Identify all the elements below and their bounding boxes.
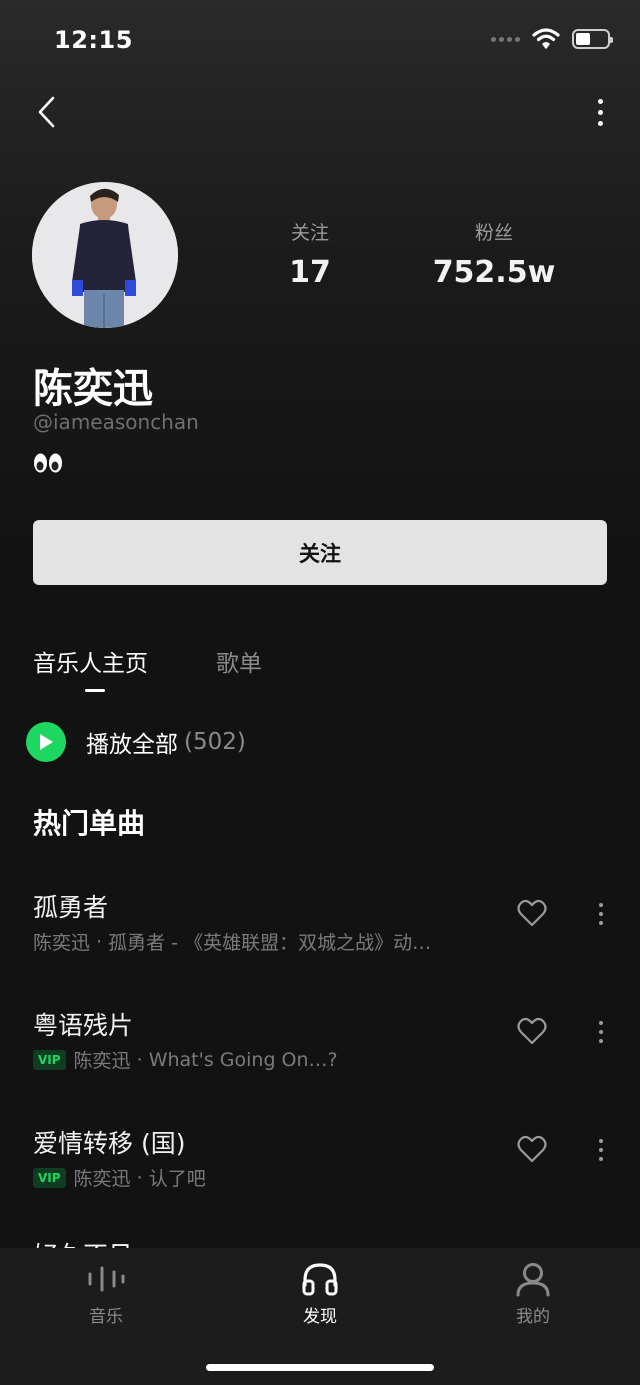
vip-badge: VIP — [33, 1167, 66, 1188]
artist-name: 陈奕迅 — [33, 366, 153, 412]
song-artist: 陈奕迅 — [73, 1050, 131, 1072]
home-indicator[interactable] — [206, 1364, 434, 1371]
song-item[interactable]: 孤勇者 陈奕迅 · 孤勇者 - 《英雄联盟：双城之战》动… — [0, 888, 640, 978]
song-artist: 陈奕迅 — [33, 932, 91, 954]
more-options-button[interactable] — [588, 92, 612, 132]
tab-indicator — [85, 689, 105, 692]
song-album: 孤勇者 - 《英雄联盟：双城之战》动… — [108, 932, 432, 954]
tab-mine-label: 我的 — [516, 1307, 550, 1327]
tab-artist-home-label: 音乐人主页 — [33, 651, 148, 677]
fans-stat[interactable]: 粉丝 752.5w — [414, 218, 574, 290]
tab-mine[interactable]: 我的 — [473, 1258, 593, 1327]
song-title-partial[interactable]: 好久不见 — [33, 1236, 133, 1248]
play-all-count: (502) — [184, 729, 246, 755]
equalizer-icon — [88, 1266, 125, 1292]
more-vertical-icon — [599, 1139, 603, 1143]
eyes-emoji-icon — [34, 453, 62, 473]
song-more-button[interactable] — [590, 894, 612, 934]
like-button[interactable] — [514, 1014, 550, 1048]
song-artist: 陈奕迅 — [73, 1168, 131, 1190]
song-item[interactable]: 粤语残片 VIP 陈奕迅 · What's Going On…? — [0, 1006, 640, 1096]
headphones-icon — [302, 1263, 338, 1296]
like-button[interactable] — [514, 1132, 550, 1166]
heart-icon — [517, 899, 547, 927]
battery-fill — [576, 33, 590, 45]
song-album: 认了吧 — [148, 1168, 206, 1190]
song-title: 粤语残片 — [33, 1011, 134, 1040]
user-icon — [516, 1263, 550, 1297]
tab-playlists[interactable]: 歌单 — [216, 644, 262, 692]
signal-icon — [491, 36, 520, 42]
chevron-left-icon — [38, 96, 55, 128]
status-icons — [491, 28, 613, 50]
more-vertical-icon — [599, 1021, 603, 1025]
tab-music[interactable]: 音乐 — [46, 1258, 166, 1327]
following-stat[interactable]: 关注 17 — [230, 218, 390, 290]
play-all-label: 播放全部 — [86, 732, 178, 758]
artist-bio: 👀 — [33, 452, 63, 480]
heart-icon — [517, 1017, 547, 1045]
back-button[interactable] — [28, 92, 64, 132]
tab-artist-home[interactable]: 音乐人主页 — [33, 644, 148, 692]
song-album: What's Going On…? — [148, 1048, 338, 1071]
like-button[interactable] — [514, 896, 550, 930]
follow-button[interactable]: 关注 — [33, 520, 607, 585]
play-all-button[interactable]: 播放全部 (502) — [26, 722, 246, 762]
status-time: 12:15 — [54, 26, 133, 54]
profile-tabs: 音乐人主页 歌单 — [33, 644, 262, 692]
tab-playlists-label: 歌单 — [216, 651, 262, 677]
section-title-hot-songs: 热门单曲 — [33, 807, 146, 840]
status-bar: 12:15 — [0, 0, 640, 80]
following-label: 关注 — [290, 222, 329, 244]
following-count: 17 — [289, 255, 331, 290]
artist-handle: @iameasonchan — [33, 410, 199, 434]
song-title: 爱情转移 (国) — [33, 1129, 186, 1158]
play-icon — [26, 722, 66, 762]
fans-label: 粉丝 — [474, 222, 513, 244]
vip-badge: VIP — [33, 1049, 66, 1070]
avatar[interactable] — [32, 182, 178, 328]
song-more-button[interactable] — [590, 1130, 612, 1170]
song-subtitle: VIP 陈奕迅 · 认了吧 — [33, 1164, 493, 1191]
fans-count: 752.5w — [432, 255, 556, 290]
song-subtitle: 陈奕迅 · 孤勇者 - 《英雄联盟：双城之战》动… — [33, 928, 493, 955]
more-vertical-icon — [599, 903, 603, 907]
artist-photo — [32, 182, 178, 328]
tab-discover[interactable]: 发现 — [260, 1258, 380, 1327]
tab-discover-label: 发现 — [303, 1307, 337, 1327]
heart-icon — [517, 1135, 547, 1163]
battery-icon — [572, 29, 613, 49]
song-item[interactable]: 爱情转移 (国) VIP 陈奕迅 · 认了吧 — [0, 1124, 640, 1214]
tab-music-label: 音乐 — [89, 1307, 123, 1327]
song-subtitle: VIP 陈奕迅 · What's Going On…? — [33, 1046, 493, 1073]
song-title: 孤勇者 — [33, 893, 109, 922]
more-vertical-icon — [597, 98, 603, 104]
wifi-icon — [532, 28, 560, 49]
song-more-button[interactable] — [590, 1012, 612, 1052]
